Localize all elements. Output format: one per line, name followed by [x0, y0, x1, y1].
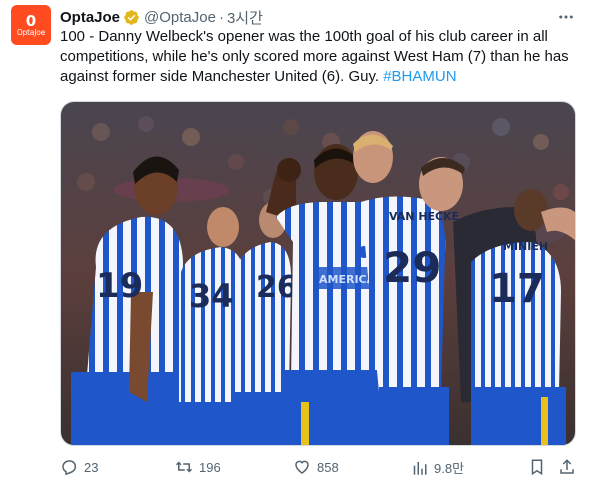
reply-count: 23	[84, 459, 99, 475]
svg-text:19: 19	[96, 266, 143, 306]
reply-button[interactable]: 23	[60, 458, 98, 476]
repost-icon	[175, 461, 193, 473]
share-button[interactable]	[558, 458, 582, 476]
repost-button[interactable]: 196	[175, 458, 221, 476]
views-icon	[413, 461, 427, 475]
svg-text:MINIEH: MINIEH	[503, 240, 548, 253]
svg-text:VAN HECKE: VAN HECKE	[389, 210, 459, 223]
hashtag-link[interactable]: #BHAMUN	[383, 68, 456, 85]
display-name[interactable]: OptaJoe	[60, 9, 120, 26]
svg-text:17: 17	[489, 266, 545, 312]
svg-text:26: 26	[256, 270, 298, 305]
bookmark-button[interactable]	[528, 458, 552, 476]
tweet-header: OptaJoe @OptaJoe · 3시간	[60, 7, 263, 27]
avatar-logo-text: OptaJoe	[16, 27, 46, 37]
tweet-body: 100 - Danny Welbeck's opener was the 100…	[60, 28, 569, 85]
view-count: 9.8만	[434, 461, 465, 476]
football-celebration-photo: 19 34 26 AMERICAN 29 VAN HECKE 17 MINIEH	[61, 102, 575, 445]
user-handle[interactable]: @OptaJoe	[144, 9, 216, 26]
avatar[interactable]: 0 OptaJoe	[11, 5, 51, 45]
views-button[interactable]: 9.8만	[410, 458, 464, 477]
like-icon	[295, 460, 309, 474]
tweet-text: 100 - Danny Welbeck's opener was the 100…	[60, 27, 580, 87]
bookmark-icon	[531, 459, 543, 476]
svg-text:34: 34	[189, 277, 234, 315]
more-options-button[interactable]	[555, 6, 577, 28]
action-bar: 23 196 858 9.8만	[60, 458, 580, 478]
repost-count: 196	[199, 459, 221, 475]
like-button[interactable]: 858	[293, 458, 339, 476]
timestamp[interactable]: 3시간	[227, 7, 263, 28]
reply-icon	[62, 460, 77, 476]
more-icon	[559, 15, 573, 19]
separator-dot: ·	[218, 8, 224, 26]
verified-badge-icon	[124, 9, 139, 25]
share-icon	[560, 459, 574, 474]
like-count: 858	[317, 459, 339, 475]
avatar-logo-zero: 0	[25, 11, 37, 30]
tweet-photo[interactable]: 19 34 26 AMERICAN 29 VAN HECKE 17 MINIEH	[60, 101, 576, 446]
svg-text:29: 29	[383, 243, 441, 292]
